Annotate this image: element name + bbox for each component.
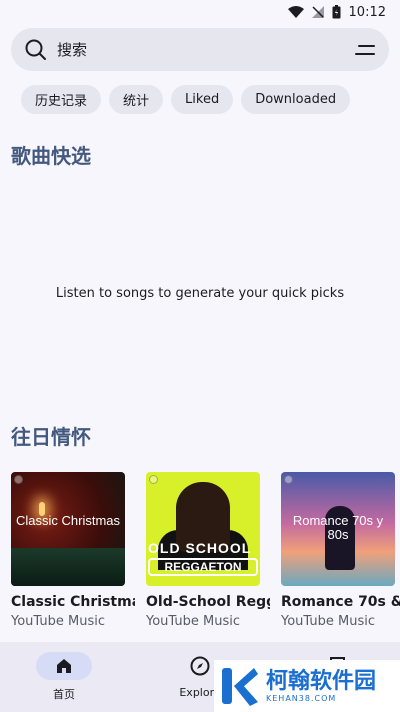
chip-liked[interactable]: Liked (171, 85, 234, 114)
status-bar: 10:12 (0, 0, 400, 24)
playlist-title: Old-School Reggaeton (146, 594, 270, 610)
filter-chips: 历史记录 统计 Liked Downloaded (21, 85, 351, 114)
thumbnail-label: Romance 70s y 80s (292, 513, 384, 542)
playlist-subtitle: YouTube Music (146, 614, 240, 629)
chip-stats[interactable]: 统计 (109, 85, 164, 114)
chip-downloaded[interactable]: Downloaded (241, 85, 351, 114)
playlist-subtitle: YouTube Music (11, 614, 105, 629)
youtube-badge-icon (284, 475, 293, 484)
nav-pill[interactable] (36, 652, 92, 680)
k-logo-icon (222, 668, 258, 706)
youtube-badge-icon (149, 475, 158, 484)
quick-picks-title: 歌曲快选 (11, 144, 91, 168)
menu-icon[interactable] (355, 43, 375, 57)
nav-label: 首页 (53, 688, 75, 701)
playlist-title: Classic Christmas (11, 594, 135, 610)
youtube-badge-icon (14, 475, 23, 484)
watermark-logo: 柯翰软件园 KEHAN38.COM (214, 660, 400, 712)
thumbnail-label: REGGAETON (148, 558, 258, 576)
quick-picks-empty-message: Listen to songs to generate your quick p… (55, 286, 345, 301)
nav-item-home[interactable]: 首页 (36, 652, 92, 702)
watermark-text: 柯翰软件园 KEHAN38.COM (266, 668, 377, 703)
playlist-card[interactable]: Romance 70s y 80s Romance 70s & 80s YouT… (281, 472, 400, 629)
playlist-title: Romance 70s & 80s (281, 594, 400, 610)
home-icon (57, 659, 71, 673)
search-icon[interactable] (25, 39, 47, 61)
playlist-card[interactable]: OLD SCHOOL REGGAETON Old-School Reggaeto… (146, 472, 270, 629)
search-input[interactable]: 搜索 (57, 39, 355, 60)
watermark-sub-text: KEHAN38.COM (266, 693, 337, 703)
chip-history[interactable]: 历史记录 (21, 85, 102, 114)
tree-image (11, 548, 125, 586)
nostalgia-cards: Classic Christmas Classic Christmas YouT… (11, 472, 400, 629)
playlist-card[interactable]: Classic Christmas Classic Christmas YouT… (11, 472, 135, 629)
playlist-thumbnail[interactable]: Classic Christmas (11, 472, 125, 586)
status-time: 10:12 (348, 4, 386, 20)
watermark-main-text: 柯翰软件园 (266, 668, 377, 694)
playlist-thumbnail[interactable]: Romance 70s y 80s (281, 472, 395, 586)
signal-icon (311, 6, 324, 18)
playlist-subtitle: YouTube Music (281, 614, 375, 629)
thumbnail-label: Classic Christmas (15, 513, 120, 528)
wifi-icon (287, 6, 304, 18)
search-bar[interactable]: 搜索 (11, 28, 389, 71)
playlist-thumbnail[interactable]: OLD SCHOOL REGGAETON (146, 472, 260, 586)
explore-icon (190, 656, 210, 676)
thumbnail-label: OLD SCHOOL (148, 540, 252, 556)
nostalgia-title[interactable]: 往日情怀 (11, 421, 91, 450)
battery-icon (332, 5, 341, 19)
